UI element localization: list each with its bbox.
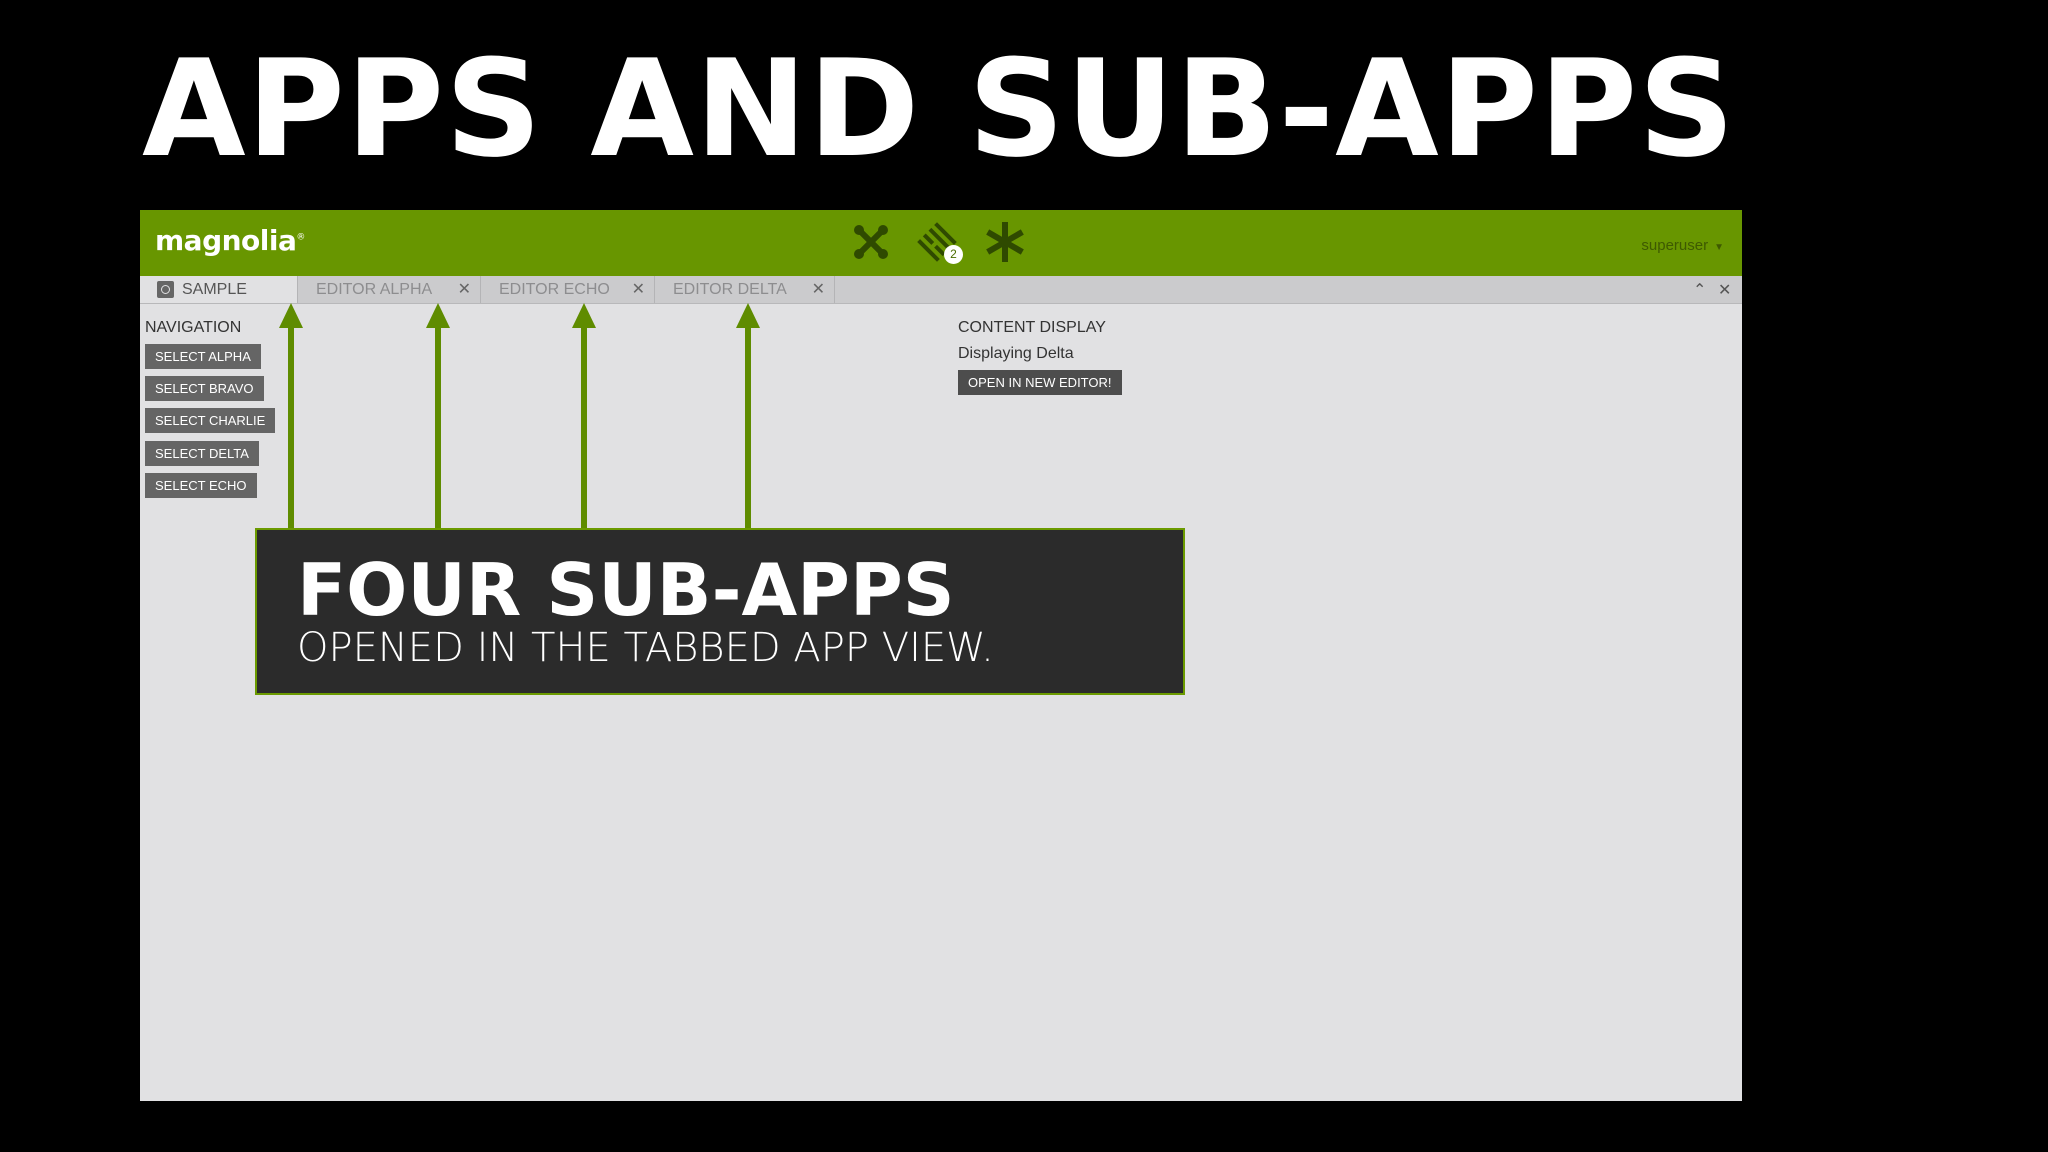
slide-title: APPS AND SUB-APPS (142, 31, 1736, 187)
callout-subtitle: OPENED IN THE TABBED APP VIEW. (297, 625, 994, 671)
callout-title: FOUR SUB-APPS (297, 548, 955, 632)
callout-box: FOUR SUB-APPS OPENED IN THE TABBED APP V… (255, 528, 1185, 695)
